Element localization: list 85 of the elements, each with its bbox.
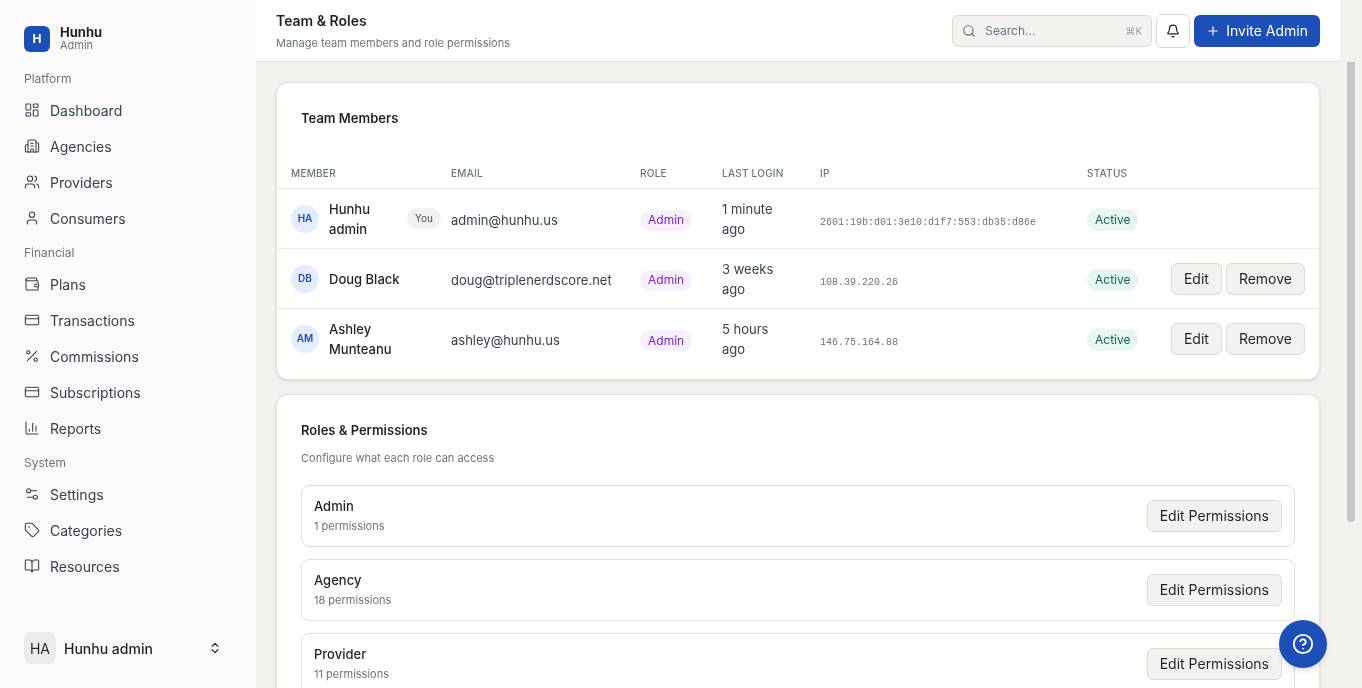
nav-item[interactable]: Consumers xyxy=(16,200,240,236)
role-name: Agency xyxy=(314,570,363,590)
credit-card-icon xyxy=(24,312,40,328)
card-title: Roles & Permissions xyxy=(301,420,429,440)
book-icon xyxy=(24,558,40,574)
wallet-icon xyxy=(24,276,40,292)
role-badge: Admin xyxy=(640,209,693,231)
nav-item[interactable]: Reports xyxy=(16,410,240,446)
invite-admin-button[interactable]: Invite Admin xyxy=(1194,14,1320,47)
permission-count: 18 permissions xyxy=(314,592,393,609)
edit-permissions-button[interactable]: Edit Permissions xyxy=(1146,647,1282,680)
last-login: 3 weeks ago xyxy=(722,259,775,299)
nav-item[interactable]: Agencies xyxy=(16,128,240,164)
edit-button[interactable]: Edit xyxy=(1170,322,1222,355)
nav-item[interactable]: Dashboard xyxy=(16,92,240,128)
nav-item[interactable]: Settings xyxy=(16,476,240,512)
status-badge: Active xyxy=(1087,209,1139,231)
member-name: Hunhu admin xyxy=(329,199,371,239)
nav-item[interactable]: Categories xyxy=(16,512,240,548)
edit-permissions-button[interactable]: Edit Permissions xyxy=(1146,499,1282,532)
tag-icon xyxy=(24,522,40,538)
brand-name: Hunhu xyxy=(60,26,103,39)
column-header: STATUS xyxy=(1087,166,1128,179)
nav-item[interactable]: Providers xyxy=(16,164,240,200)
ip-address: 146.75.164.88 xyxy=(820,336,898,348)
help-icon xyxy=(1292,633,1314,655)
role-badge: Admin xyxy=(640,269,693,291)
nav-item[interactable]: Commissions xyxy=(16,338,240,374)
brand-subtitle: Admin xyxy=(60,39,95,52)
bell-icon xyxy=(1166,23,1181,38)
member-name: Ashley Munteanu xyxy=(329,319,393,359)
ip-address: 2601:19b:d01:3e10:d1f7:553:db35:d86e xyxy=(820,216,1037,228)
building-icon xyxy=(24,138,40,154)
last-login: 1 minute ago xyxy=(722,199,774,239)
user-avatar: HA xyxy=(24,632,56,664)
percent-icon xyxy=(24,348,40,364)
card-title: Team Members xyxy=(300,109,400,128)
remove-button[interactable]: Remove xyxy=(1225,262,1305,295)
status-badge: Active xyxy=(1087,269,1139,291)
page-title: Team & Roles xyxy=(276,10,368,31)
credit-card-icon xyxy=(24,384,40,400)
nav-item[interactable]: Transactions xyxy=(16,302,240,338)
column-header: LAST LOGIN xyxy=(722,166,784,179)
user-name: Hunhu admin xyxy=(64,638,154,659)
column-header: MEMBER xyxy=(291,166,336,179)
edit-button[interactable]: Edit xyxy=(1170,262,1222,295)
nav-item[interactable]: Resources xyxy=(16,548,240,584)
brand-logo: H xyxy=(24,26,50,52)
plus-icon xyxy=(1206,23,1221,38)
dashboard-icon xyxy=(24,102,40,118)
member-email: ashley@hunhu.us xyxy=(451,331,560,348)
last-login: 5 hours ago xyxy=(722,319,770,359)
column-header: ROLE xyxy=(640,166,667,179)
ip-address: 108.39.220.26 xyxy=(820,276,898,288)
column-header: EMAIL xyxy=(451,166,483,179)
role-name: Provider xyxy=(314,644,368,664)
member-avatar: DB xyxy=(291,264,319,293)
remove-button[interactable]: Remove xyxy=(1225,322,1305,355)
member-email: doug@triplenerdscore.net xyxy=(451,271,612,288)
users-icon xyxy=(24,174,40,190)
section-label: System xyxy=(23,454,68,472)
permission-count: 1 permissions xyxy=(314,518,386,535)
notifications-button[interactable] xyxy=(1156,13,1191,48)
page-subtitle: Manage team members and role permissions xyxy=(276,34,511,52)
role-name: Admin xyxy=(314,496,355,516)
member-email: admin@hunhu.us xyxy=(451,211,558,228)
shortcut-hint: ⌘K xyxy=(1125,23,1143,38)
user-icon xyxy=(24,210,40,226)
section-label: Financial xyxy=(23,244,76,262)
section-label: Platform xyxy=(23,70,73,88)
edit-permissions-button[interactable]: Edit Permissions xyxy=(1146,573,1282,606)
member-avatar: AM xyxy=(291,324,319,353)
you-badge: You xyxy=(407,208,441,229)
column-header: IP xyxy=(820,166,830,179)
role-badge: Admin xyxy=(640,330,693,351)
member-name: Doug Black xyxy=(329,269,401,289)
status-badge: Active xyxy=(1087,329,1139,352)
search-icon xyxy=(962,23,977,38)
permission-count: 11 permissions xyxy=(314,666,390,683)
card-subtitle: Configure what each role can access xyxy=(301,450,496,467)
bar-chart-icon xyxy=(24,420,40,436)
settings-icon xyxy=(24,486,40,502)
member-avatar: HA xyxy=(291,204,319,233)
nav-item[interactable]: Subscriptions xyxy=(16,374,240,410)
nav-item[interactable]: Plans xyxy=(16,266,240,302)
